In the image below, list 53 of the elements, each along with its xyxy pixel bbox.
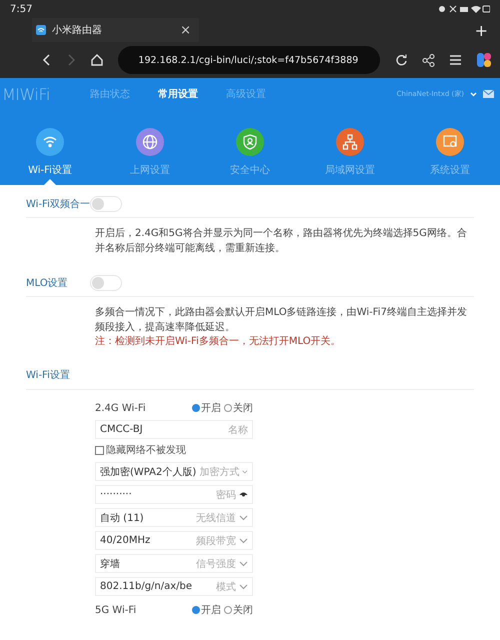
nav-tab[interactable]: 常用设置 — [158, 87, 198, 101]
back-icon[interactable] — [42, 53, 52, 67]
share-icon[interactable] — [422, 54, 435, 66]
home-icon[interactable] — [90, 53, 104, 67]
chevron-icon — [239, 514, 248, 520]
selection-pointer — [44, 179, 56, 185]
chevron-icon[interactable] — [470, 92, 477, 96]
dropdown-field[interactable]: 40/20MHz 频段带宽 — [95, 531, 253, 550]
status-time: 7:57 — [10, 4, 32, 14]
chevron-icon — [239, 584, 248, 590]
lan-category-icon — [336, 128, 364, 156]
reload-icon[interactable] — [394, 54, 408, 66]
band-name: 5G Wi-Fi — [95, 604, 136, 616]
radio-option[interactable]: 开启 — [192, 603, 221, 617]
toggle-switch[interactable] — [90, 196, 122, 212]
chevron-icon — [242, 468, 248, 474]
dropdown-field[interactable]: 自动 (11) 无线信道 — [95, 508, 253, 527]
radio-option[interactable]: 关闭 — [224, 401, 253, 415]
miwifi-logo: MIWiFi — [2, 84, 51, 104]
toggle-switch[interactable] — [90, 275, 122, 291]
eye-icon[interactable] — [239, 491, 248, 498]
address-bar[interactable]: 192.168.2.1/cgi-bin/luci/;stok=f47b5674f3889 — [118, 46, 380, 74]
dropdown-field[interactable]: 强加密(WPA2个人版) 加密方式 — [95, 462, 253, 481]
tab-title: 小米路由器 — [52, 24, 103, 37]
setting-label: Wi-Fi双频合一 — [26, 198, 90, 211]
wifi-category-icon — [36, 128, 64, 156]
dropdown-field[interactable]: 穿墙 信号强度 — [95, 554, 253, 573]
dropdown-field[interactable]: 802.11b/g/n/ax/be 模式 — [95, 577, 253, 596]
system-category-icon — [436, 128, 464, 156]
assistant-icon[interactable] — [476, 52, 492, 68]
input-field[interactable]: ·········· 密码 — [95, 485, 253, 504]
setting-description: 多频合一情况下，此路由器会默认开启MLO多链路连接，由Wi-Fi7终端自主选择并发频段接入，提高速率降低延迟。 — [95, 306, 468, 335]
warning-note: 注：检测到未开启Wi-Fi多频合一，无法打开MLO开关。 — [95, 335, 342, 349]
mail-icon[interactable] — [483, 90, 494, 98]
radio-option[interactable]: 关闭 — [224, 603, 253, 617]
menu-icon[interactable] — [448, 54, 462, 66]
band-name: 2.4G Wi-Fi — [95, 402, 146, 414]
globe-category-icon — [136, 128, 164, 156]
chevron-icon — [239, 538, 248, 544]
setting-label: MLO设置 — [26, 276, 69, 290]
new-tab-button[interactable]: + — [474, 20, 488, 40]
hide-network-checkbox[interactable]: 隐藏网络不被发现 — [95, 443, 186, 457]
radio-option[interactable]: 开启 — [192, 401, 221, 415]
setting-description: 开启后，2.4G和5G将合并显示为同一个名称，路由器将优先为终端选择5G网络。合并名称后部分终端可能离线，需重新连接。 — [95, 226, 468, 256]
close-tab-button[interactable]: × — [180, 22, 191, 38]
category-item[interactable]: Wi-Fi设置 — [15, 128, 85, 185]
shield-category-icon — [236, 128, 264, 156]
browser-tab[interactable]: 小米路由器 × — [32, 18, 199, 42]
section-title: Wi-Fi设置 — [26, 363, 474, 390]
chevron-icon — [239, 560, 248, 566]
wifi-icon — [36, 25, 46, 35]
input-field[interactable]: CMCC-BJ 名称 — [95, 420, 253, 439]
status-icons-drawing — [438, 4, 490, 14]
